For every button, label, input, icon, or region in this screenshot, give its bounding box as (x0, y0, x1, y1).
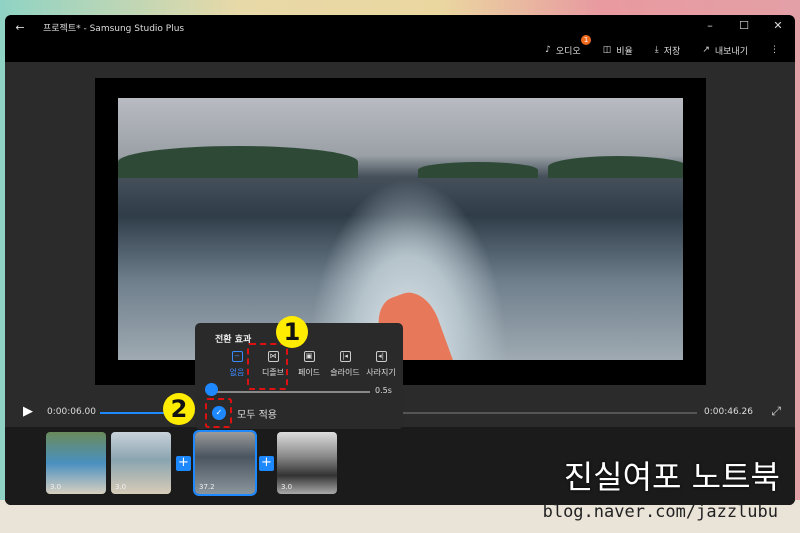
add-transition-button[interactable]: + (176, 456, 191, 471)
more-button[interactable]: ⋮ (770, 45, 779, 55)
music-note-icon: ♪ (545, 45, 551, 55)
title-bar: ← 프로젝트* - Samsung Studio Plus – ☐ ✕ (5, 15, 795, 39)
option-label: 사라지기 (366, 368, 396, 377)
apply-all-label: 모두 적용 (237, 410, 277, 421)
highlight-box (247, 343, 288, 390)
close-button[interactable]: ✕ (761, 15, 795, 37)
clip-duration: 3.0 (281, 483, 293, 491)
step-marker-1: 1 (276, 316, 308, 348)
clip-duration: 37.2 (199, 483, 215, 491)
option-label: 페이드 (297, 368, 321, 377)
option-label: 슬라이드 (330, 368, 360, 377)
download-icon: ⤓ (654, 45, 659, 55)
timeline-clip-selected[interactable]: 37.2 (193, 430, 257, 496)
timeline-clip[interactable]: 3.0 (277, 432, 337, 494)
export-label: 내보내기 (714, 46, 748, 57)
option-label: 없음 (229, 368, 245, 377)
ratio-icon: ◫ (602, 45, 612, 55)
audio-label: 오디오 (555, 46, 581, 57)
notification-badge: 1 (581, 34, 592, 45)
back-button[interactable]: ← (5, 21, 35, 34)
popup-title: 전환 효과 (215, 335, 252, 345)
export-button[interactable]: ↗ 내보내기 (702, 44, 748, 57)
watermark-title: 진실여포 노트북 (563, 458, 780, 496)
transition-wipe[interactable]: ◂| 사라지기 (363, 351, 399, 378)
highlight-box (205, 398, 232, 428)
watermark-url: blog.naver.com/jazzlubu (542, 502, 778, 522)
minimize-button[interactable]: – (693, 15, 727, 37)
timeline-clip[interactable]: 3.0 (111, 432, 171, 494)
transition-popup: 전환 효과 − 없음 ⋈ 디졸브 ▣ 페이드 |◂ 슬라이드 ◂| 사라지기 0.5s ✓… (163, 316, 403, 429)
none-icon: − (231, 351, 243, 362)
save-button[interactable]: ⤓ 저장 (655, 44, 681, 57)
play-icon[interactable]: ▶ (23, 404, 33, 419)
window-title: 프로젝트* - Samsung Studio Plus (43, 23, 185, 34)
duration-value: 0.5s (375, 386, 392, 395)
ratio-button[interactable]: ◫ 비율 (603, 44, 633, 57)
wipe-icon: ◂| (375, 351, 387, 362)
audio-button[interactable]: ♪ 오디오 1 (545, 34, 592, 57)
save-label: 저장 (663, 46, 681, 57)
fade-icon: ▣ (303, 351, 315, 362)
current-time: 0:00:06.00 (47, 407, 97, 417)
transition-fade[interactable]: ▣ 페이드 (291, 351, 327, 378)
share-icon: ↗ (702, 45, 710, 55)
toolbar: ♪ 오디오 1 ◫ 비율 ⤓ 저장 ↗ 내보내기 ⋮ (545, 34, 795, 61)
app-window: ← 프로젝트* - Samsung Studio Plus – ☐ ✕ ♪ 오디오… (5, 15, 795, 505)
total-time: 0:00:46.26 (703, 407, 753, 417)
add-transition-button[interactable]: + (259, 456, 274, 471)
fullscreen-icon[interactable]: ⤢ (771, 404, 781, 419)
clip-duration: 3.0 (50, 483, 62, 491)
slide-icon: |◂ (339, 351, 351, 362)
transition-slide[interactable]: |◂ 슬라이드 (327, 351, 363, 378)
clip-duration: 3.0 (115, 483, 127, 491)
maximize-button[interactable]: ☐ (727, 15, 761, 37)
duration-slider[interactable] (212, 391, 370, 393)
slider-handle[interactable] (205, 383, 218, 396)
step-marker-2: 2 (163, 393, 195, 425)
ratio-label: 비율 (616, 46, 633, 57)
video-preview[interactable] (118, 98, 683, 360)
timeline-clip[interactable]: 3.0 (46, 432, 106, 494)
